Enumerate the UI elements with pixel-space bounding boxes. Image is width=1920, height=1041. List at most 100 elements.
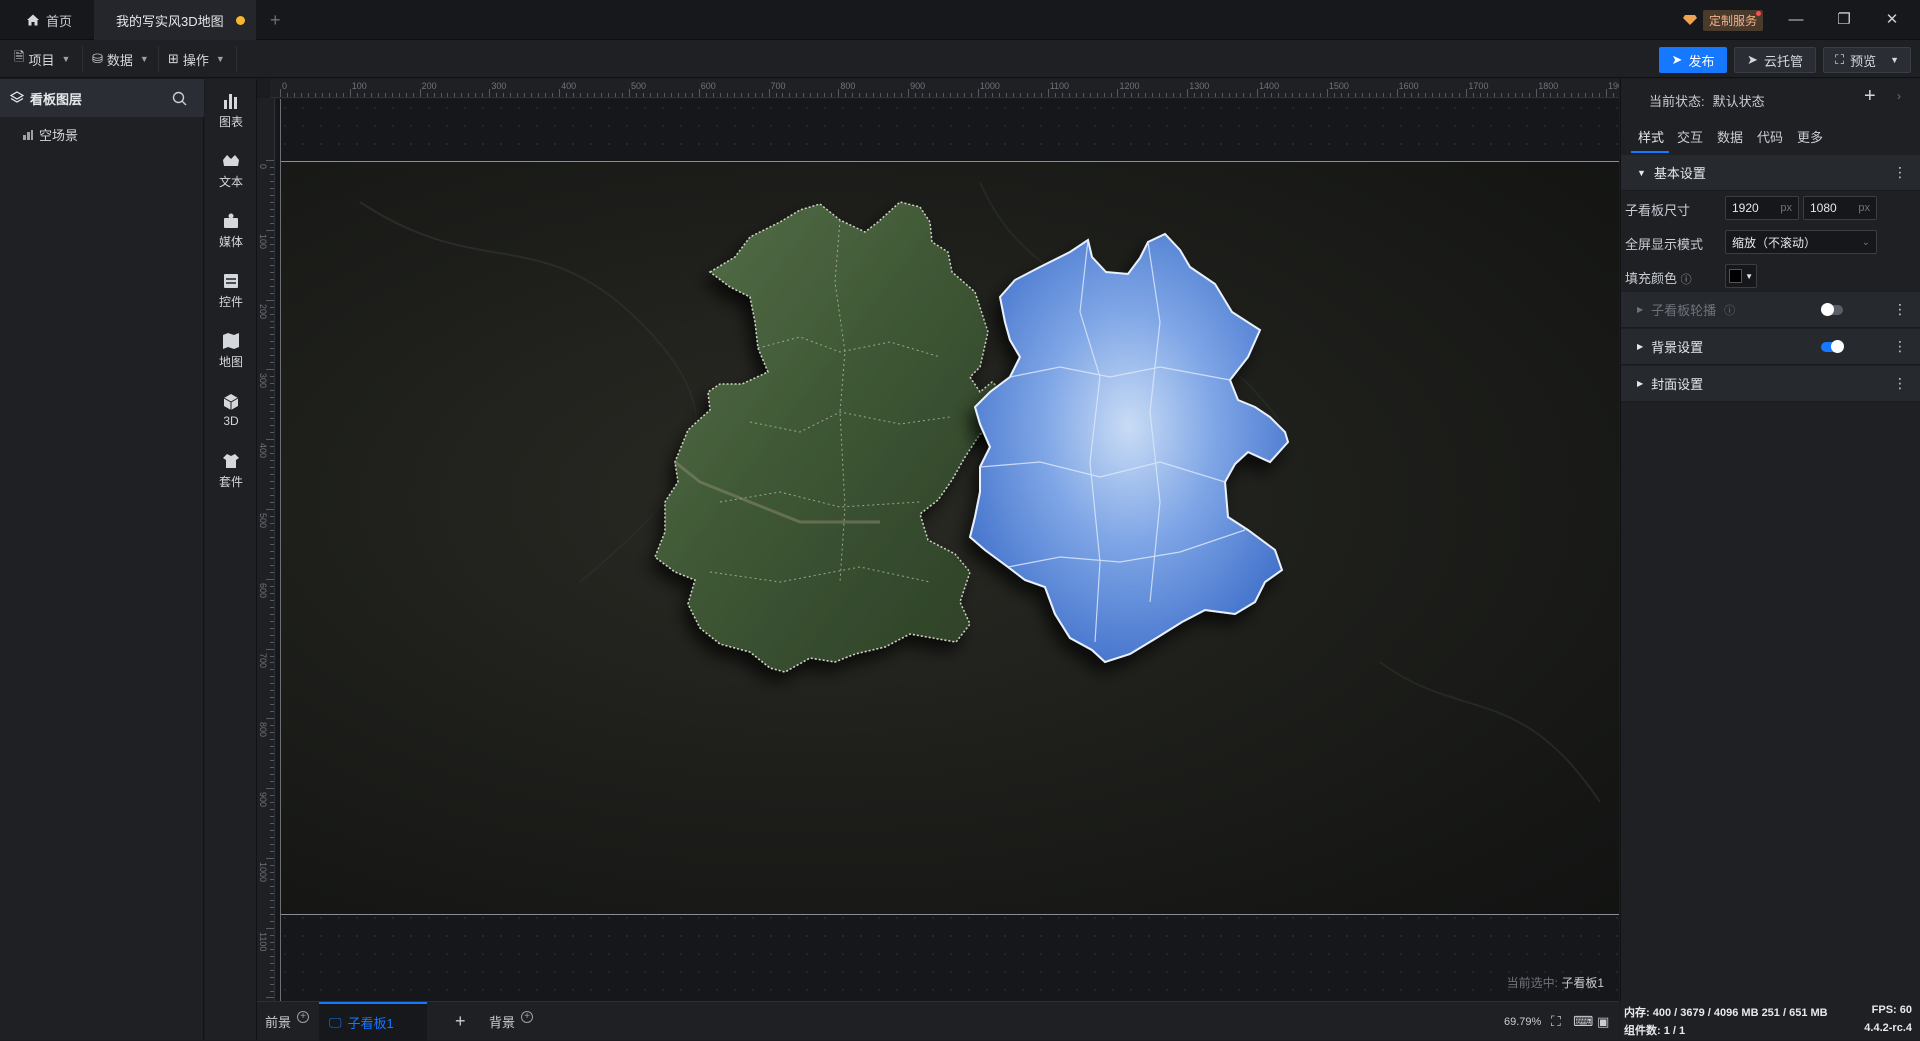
tool-text[interactable]: 文本 (205, 145, 257, 195)
title-bar: 首页 我的写实风3D地图 + 定制服务 — ❐ ✕ (0, 0, 1920, 40)
ruler-tick (642, 93, 644, 97)
layer-item[interactable]: 空场景 (22, 125, 78, 144)
ruler-tick (293, 93, 295, 97)
menu-project[interactable]: 🗎 项目 ▼ (14, 49, 70, 69)
ruler-tick (733, 93, 735, 97)
state-indicator[interactable]: 当前状态: 默认状态 (1649, 91, 1765, 110)
ruler-tick (1417, 93, 1419, 97)
memory-status: 内存: 400 / 3679 / 4096 MB 251 / 651 MB (1624, 1007, 1828, 1019)
ruler-tick (1515, 93, 1517, 97)
minimize-icon[interactable]: — (1784, 8, 1808, 32)
cloud-hosting-button[interactable]: ➤ 云托管 (1734, 47, 1816, 73)
ruler-tick (270, 271, 274, 273)
carousel-toggle[interactable] (1821, 303, 1843, 316)
tab-style[interactable]: 样式 (1638, 127, 1664, 146)
close-icon[interactable]: ✕ (1880, 8, 1904, 32)
ruler-tick (1298, 93, 1300, 97)
ruler-tick (475, 93, 477, 97)
tab-foreground[interactable]: 前景 + (265, 1002, 310, 1041)
keyboard-icon[interactable]: ⌨ (1573, 1002, 1593, 1041)
tab-document-label: 我的写实风3D地图 (116, 13, 224, 29)
tool-widget[interactable]: 控件 (205, 265, 257, 315)
tab-home[interactable]: 首页 (18, 0, 86, 40)
tool-chart[interactable]: 图表 (205, 85, 257, 135)
fps-status: FPS: 60 (1871, 1004, 1912, 1016)
fill-color-picker[interactable]: ▼ (1725, 264, 1757, 288)
add-circle-icon[interactable]: + (297, 1010, 310, 1023)
tool-map[interactable]: 地图 (205, 325, 257, 375)
more-icon[interactable]: ⋮ (1893, 164, 1907, 181)
ruler-tick (538, 93, 540, 97)
tool-3d[interactable]: 3D (205, 385, 257, 435)
help-icon[interactable]: ⓘ (1681, 274, 1692, 286)
add-board-icon[interactable]: + (455, 1002, 466, 1041)
ruler-tick (433, 93, 435, 97)
ruler-label: 1200 (1119, 81, 1140, 91)
section-cover[interactable]: ▶ 封面设置 ⋮ (1621, 366, 1920, 402)
fit-screen-icon[interactable]: ⛶ (1551, 1002, 1561, 1041)
ruler-tick (419, 89, 421, 97)
ruler-tick (1159, 93, 1161, 97)
ruler-tick (810, 93, 812, 97)
height-unit: px (1858, 202, 1870, 214)
tool-kit[interactable]: 套件 (205, 445, 257, 495)
background-toggle[interactable] (1821, 340, 1844, 353)
section-carousel[interactable]: ▶ 子看板轮播 ⓘ ⋮ (1621, 292, 1920, 328)
ruler-tick (270, 774, 274, 776)
ruler-tick (1012, 93, 1014, 97)
custom-service-label: 定制服务 (1703, 9, 1764, 31)
search-icon[interactable] (172, 91, 187, 106)
ruler-tick (705, 93, 707, 97)
add-circle-icon[interactable]: + (521, 1010, 534, 1023)
ruler-tick (300, 93, 302, 97)
restore-icon[interactable]: ❐ (1832, 8, 1856, 32)
section-background[interactable]: ▶ 背景设置 ⋮ (1621, 329, 1920, 365)
new-tab-icon[interactable]: + (270, 10, 281, 31)
ruler-tick (270, 669, 274, 671)
more-icon[interactable]: ⋮ (1893, 301, 1907, 318)
ruler-tick (803, 93, 805, 97)
tab-more[interactable]: 更多 (1797, 127, 1823, 146)
terminal-icon[interactable]: ▣ (1597, 1002, 1609, 1041)
tab-foreground-label: 前景 (265, 1015, 292, 1030)
tab-background[interactable]: 背景 + (489, 1002, 534, 1041)
tab-interaction[interactable]: 交互 (1677, 127, 1703, 146)
ruler-label: 800 (840, 81, 856, 91)
tab-document[interactable]: 我的写实风3D地图 (94, 0, 256, 40)
add-state-icon[interactable]: + (1864, 85, 1876, 108)
ruler-tick (1236, 93, 1238, 97)
ruler-tick (789, 93, 791, 97)
custom-service-button[interactable]: 定制服务 (1683, 9, 1764, 31)
ruler-tick (270, 962, 274, 964)
menu-data-label: 数据 (106, 52, 133, 68)
more-icon[interactable]: ⋮ (1893, 375, 1907, 392)
tab-data[interactable]: 数据 (1717, 127, 1743, 146)
ruler-tick (1054, 93, 1056, 97)
ruler-tick (391, 93, 393, 97)
selected-name: 子看板1 (1561, 976, 1604, 990)
canvas[interactable]: 当前选中: 子看板1 (276, 99, 1619, 1001)
chevron-right-icon[interactable]: › (1897, 89, 1901, 103)
help-icon[interactable]: ⓘ (1724, 302, 1735, 318)
ruler-tick (1019, 93, 1021, 97)
ruler-tick (1438, 93, 1440, 97)
fullscreen-select[interactable]: 缩放（不滚动） ⌄ (1725, 230, 1877, 254)
sub-board[interactable] (280, 161, 1619, 915)
publish-button[interactable]: ➤ 发布 (1659, 47, 1727, 73)
ruler-tick (587, 93, 589, 97)
preview-button[interactable]: ⛶ 预览 ▼ (1823, 47, 1911, 73)
more-icon[interactable]: ⋮ (1893, 338, 1907, 355)
section-basic-settings[interactable]: ▼ 基本设置 ⋮ (1621, 155, 1920, 191)
tool-media[interactable]: 媒体 (205, 205, 257, 255)
width-input[interactable]: 1920 px (1725, 196, 1799, 220)
realistic-map (654, 201, 1011, 673)
tab-code[interactable]: 代码 (1757, 127, 1783, 146)
zoom-level[interactable]: 69.79% (1504, 1002, 1541, 1041)
tab-sub-board[interactable]: 🖵 子看板1 (319, 1002, 427, 1041)
menu-operate[interactable]: ⊞ 操作 ▼ (168, 49, 225, 69)
height-input[interactable]: 1080 px (1803, 196, 1877, 220)
menu-data[interactable]: ⛁ 数据 ▼ (92, 49, 149, 69)
ruler-tick (270, 173, 274, 175)
ruler-tick (270, 592, 274, 594)
ruler-tick (270, 460, 274, 462)
